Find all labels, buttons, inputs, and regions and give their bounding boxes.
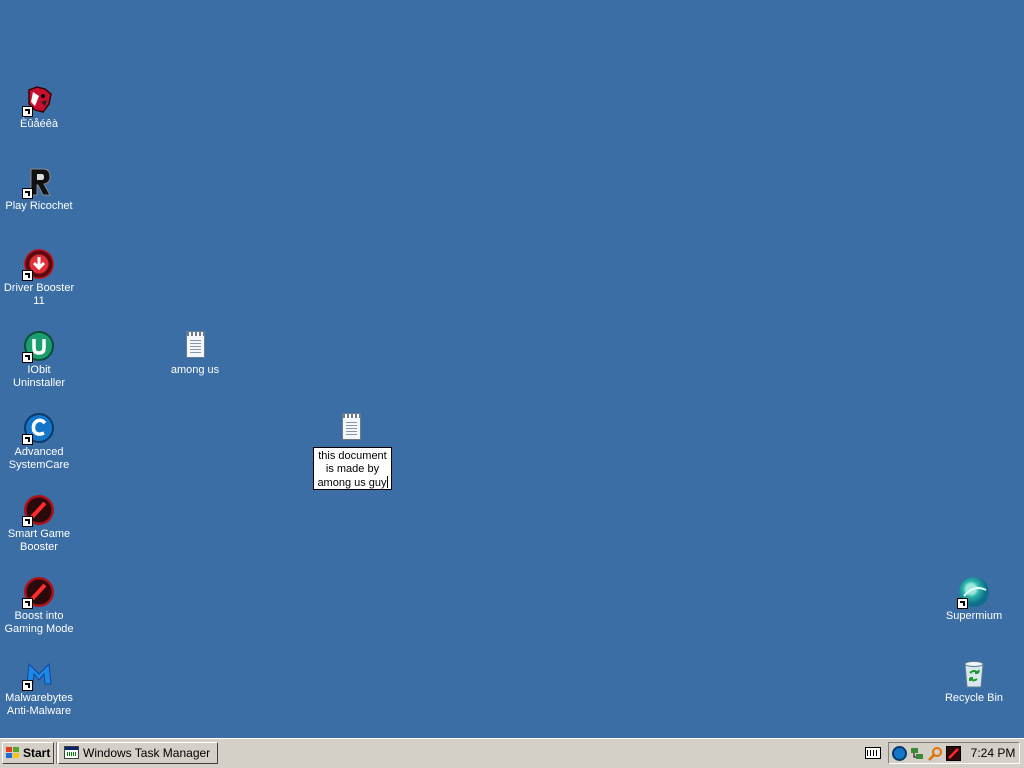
network-tray-icon[interactable] — [910, 746, 925, 761]
systemcare-tray-icon[interactable] — [892, 746, 907, 761]
desktop-icon-label: Supermium — [945, 610, 1003, 622]
rename-text-value: this document is made by among us guy — [317, 450, 387, 489]
desktop-icon-label: Boost into Gaming Mode — [4, 610, 74, 635]
supermium-icon — [957, 576, 990, 609]
iobit-uninstaller-icon — [22, 330, 55, 363]
smart-game-booster-icon — [22, 494, 55, 527]
desktop-icon-label: Malwarebytes Anti-Malware — [5, 692, 73, 717]
text-caret — [386, 476, 388, 488]
taskbar-button-task-manager[interactable]: Windows Task Manager — [58, 742, 218, 764]
keyboard-icon[interactable] — [865, 747, 881, 759]
desktop-icon-eueeea[interactable]: Èûåéêà — [0, 84, 79, 131]
desktop-icon-play-ricochet[interactable]: Play Ricochet — [0, 166, 79, 213]
task-manager-icon — [64, 746, 79, 759]
advanced-systemcare-icon — [22, 412, 55, 445]
search-tray-icon[interactable] — [928, 746, 943, 761]
start-button[interactable]: Start — [2, 742, 54, 764]
text-document-icon — [179, 330, 211, 362]
desktop-icon-supermium[interactable]: Supermium — [934, 576, 1014, 623]
start-label: Start — [23, 746, 51, 760]
desktop-icon-recycle-bin[interactable]: Recycle Bin — [934, 658, 1014, 705]
desktop-icon-smart-game-booster[interactable]: Smart Game Booster — [0, 494, 79, 554]
dog-head-icon — [22, 84, 55, 117]
clock[interactable]: 7:24 PM — [969, 743, 1017, 763]
desktop-icon-iobit-uninstaller[interactable]: IObit Uninstaller — [0, 330, 79, 390]
desktop-icon-label: IObit Uninstaller — [13, 364, 65, 389]
desktop-icon-advanced-systemcare[interactable]: Advanced SystemCare — [0, 412, 79, 472]
windows-flag-icon — [6, 747, 20, 759]
system-tray: 7:24 PM — [888, 742, 1020, 764]
desktop-icon-among-us[interactable]: among us — [155, 330, 235, 377]
game-booster-tray-icon[interactable] — [946, 746, 961, 761]
gaming-mode-icon — [22, 576, 55, 609]
text-document-icon — [335, 412, 367, 444]
malwarebytes-icon — [22, 658, 55, 691]
rename-text-field[interactable]: this document is made by among us guy — [313, 447, 392, 490]
desktop-icon-label: Recycle Bin — [944, 692, 1004, 704]
driver-booster-icon — [22, 248, 55, 281]
desktop-icon-label: Driver Booster 11 — [3, 282, 75, 307]
desktop-icon-label: Smart Game Booster — [7, 528, 71, 553]
desktop-icon-malwarebytes[interactable]: Malwarebytes Anti-Malware — [0, 658, 79, 718]
desktop-icon-boost-gaming-mode[interactable]: Boost into Gaming Mode — [0, 576, 79, 636]
ricochet-r-icon — [22, 166, 55, 199]
desktop-icon-label: Advanced SystemCare — [8, 446, 70, 471]
desktop-icon-renaming[interactable] — [311, 412, 391, 446]
desktop-icon-label: Èûåéêà — [20, 118, 58, 130]
desktop-icon-driver-booster[interactable]: Driver Booster 11 — [0, 248, 79, 308]
desktop-icon-label: Play Ricochet — [5, 200, 73, 212]
taskbar: Start Windows Task Manager 7:24 PM — [0, 738, 1024, 768]
taskbar-button-label: Windows Task Manager — [83, 746, 211, 760]
desktop-icon-label: among us — [170, 364, 220, 376]
recycle-bin-icon — [958, 658, 990, 690]
